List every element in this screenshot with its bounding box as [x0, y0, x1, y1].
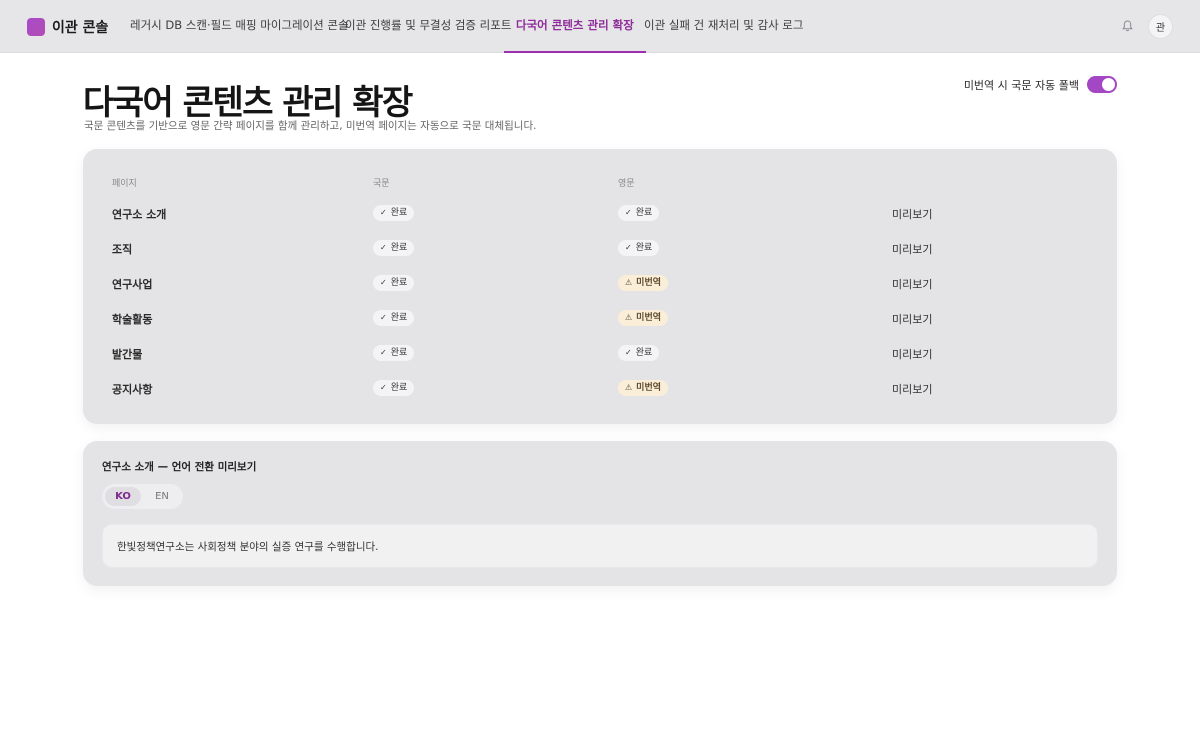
en-status-badge: ✓ 완료: [618, 240, 660, 256]
check-icon: ✓: [380, 243, 387, 252]
ko-status-badge: ✓ 완료: [373, 205, 415, 221]
en-status-badge-untranslated: ⚠ 미번역: [618, 275, 669, 291]
app-name: 이관 콘솔: [52, 20, 109, 36]
ko-status-badge: ✓ 완료: [373, 380, 415, 396]
brand[interactable]: 이관 콘솔: [27, 17, 108, 37]
en-status-text: 완료: [635, 208, 653, 218]
ko-status-badge: ✓ 완료: [373, 310, 415, 326]
preview-title: 연구소 소개 — 언어 전환 미리보기: [102, 461, 257, 473]
ko-status-text: 완료: [390, 383, 408, 393]
preview-link[interactable]: 미리보기: [892, 241, 932, 257]
fallback-toggle[interactable]: [1087, 76, 1117, 93]
table-row-page-name: 연구소 소개: [112, 208, 167, 221]
fallback-label: 미번역 시 국문 자동 폴백: [963, 78, 1079, 92]
check-icon: ✓: [625, 243, 632, 252]
check-icon: ✓: [625, 208, 632, 217]
column-header-english: 영문: [618, 179, 635, 189]
en-status-text: 미번역: [636, 383, 662, 393]
tab-multilingual-content[interactable]: 다국어 콘텐츠 관리 확장: [504, 0, 646, 53]
ko-status-badge: ✓ 완료: [373, 275, 415, 291]
table-row-page-name: 학술활동: [112, 313, 153, 326]
en-status-badge: ✓ 완료: [618, 205, 660, 221]
page-title: 다국어 콘텐츠 관리 확장: [83, 83, 413, 123]
check-icon: ✓: [380, 383, 387, 392]
preview-link[interactable]: 미리보기: [892, 311, 932, 327]
ko-status-text: 완료: [390, 243, 408, 253]
toggle-knob: [1102, 78, 1115, 91]
en-status-badge: ✓ 완료: [618, 345, 660, 361]
content-status-table: [83, 149, 1117, 424]
table-row-page-name: 연구사업: [112, 278, 153, 291]
ko-status-text: 완료: [390, 313, 408, 323]
preview-link[interactable]: 미리보기: [892, 346, 932, 362]
check-icon: ✓: [380, 348, 387, 357]
check-icon: ✓: [380, 278, 387, 287]
warning-icon: ⚠: [625, 278, 633, 287]
en-status-text: 미번역: [636, 278, 662, 288]
tab-legacy-db-scan[interactable]: 레거시 DB 스캔·필드 매핑 마이그레이션 콘솔: [130, 0, 349, 53]
check-icon: ✓: [380, 208, 387, 217]
tab-migration-progress[interactable]: 이관 진행률 및 무결성 검증 리포트: [345, 0, 511, 53]
en-status-text: 미번역: [636, 313, 662, 323]
preview-link[interactable]: 미리보기: [892, 381, 932, 397]
ko-status-text: 완료: [390, 208, 408, 218]
ko-status-text: 완료: [390, 348, 408, 358]
app-logo-icon: [27, 18, 45, 36]
preview-link[interactable]: 미리보기: [892, 276, 932, 292]
tab-failed-reprocess[interactable]: 이관 실패 건 재처리 및 감사 로그: [644, 0, 803, 53]
en-status-text: 완료: [635, 243, 653, 253]
en-status-badge-untranslated: ⚠ 미번역: [618, 310, 669, 326]
page-subtitle: 국문 콘텐츠를 기반으로 영문 간략 페이지를 함께 관리하고, 미번역 페이지…: [84, 120, 537, 132]
top-navigation-bar: 이관 콘솔 레거시 DB 스캔·필드 매핑 마이그레이션 콘솔 이관 진행률 및…: [0, 0, 1200, 53]
ko-status-badge: ✓ 완료: [373, 345, 415, 361]
check-icon: ✓: [380, 313, 387, 322]
table-row-page-name: 조직: [112, 243, 133, 256]
column-header-page: 페이지: [112, 179, 137, 189]
table-row-page-name: 공지사항: [112, 383, 153, 396]
warning-icon: ⚠: [625, 383, 633, 392]
preview-content-text: 한빛정책연구소는 사회정책 분야의 실증 연구를 수행합니다.: [117, 541, 379, 553]
fallback-setting: 미번역 시 국문 자동 폴백: [964, 76, 1117, 93]
en-status-text: 완료: [635, 348, 653, 358]
column-header-korean: 국문: [373, 179, 390, 189]
bell-icon[interactable]: [1120, 18, 1134, 34]
check-icon: ✓: [625, 348, 632, 357]
avatar[interactable]: 관: [1148, 14, 1173, 39]
warning-icon: ⚠: [625, 313, 633, 322]
preview-link[interactable]: 미리보기: [892, 206, 932, 222]
en-status-badge-untranslated: ⚠ 미번역: [618, 380, 669, 396]
ko-status-badge: ✓ 완료: [373, 240, 415, 256]
lang-en-button[interactable]: EN: [144, 487, 180, 506]
ko-status-text: 완료: [390, 278, 408, 288]
lang-ko-button[interactable]: KO: [105, 487, 141, 506]
table-row-page-name: 발간물: [112, 348, 143, 361]
